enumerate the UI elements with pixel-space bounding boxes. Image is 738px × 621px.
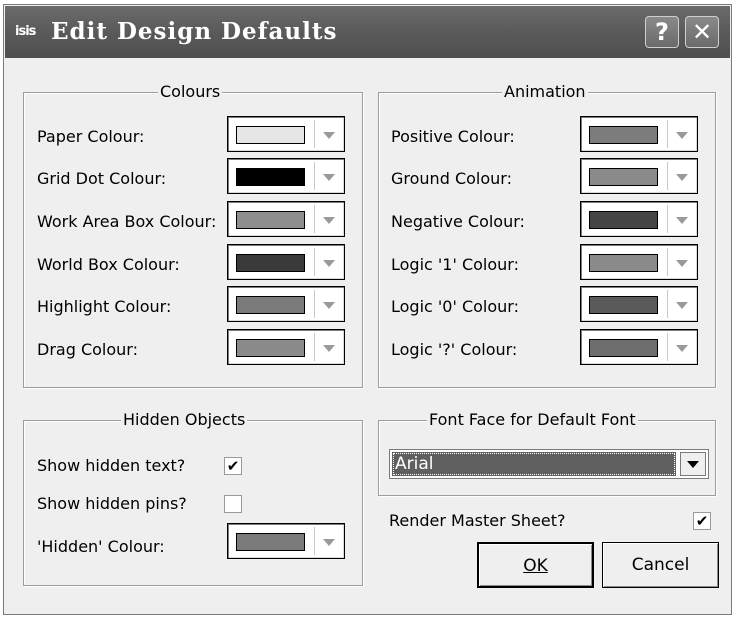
animation-colour-picker[interactable] [580,286,698,322]
animation-colour-picker[interactable] [580,158,698,194]
close-button[interactable]: ✕ [685,16,719,48]
dropdown-button[interactable] [314,162,343,190]
chevron-down-icon [323,217,335,224]
font-face-select[interactable]: Arial [389,449,709,479]
dropdown-button[interactable] [314,205,343,233]
colour-swatch [589,168,658,186]
colours-colour-picker[interactable] [227,329,345,365]
animation-item-label: Positive Colour: [391,127,515,146]
chevron-down-icon [323,345,335,352]
animation-item-label: Negative Colour: [391,212,525,231]
animation-colour-picker[interactable] [580,244,698,280]
show-hidden-text-label: Show hidden text? [37,456,186,475]
chevron-down-icon [676,260,688,267]
colours-colour-picker[interactable] [227,286,345,322]
colours-item-label: Drag Colour: [37,340,138,359]
checkmark-icon: ✔ [226,457,240,475]
show-hidden-pins-label: Show hidden pins? [37,494,187,513]
dropdown-button[interactable] [667,290,696,318]
colours-item-label: Highlight Colour: [37,297,172,316]
dropdown-button[interactable] [667,205,696,233]
hidden-colour-label: 'Hidden' Colour: [37,537,165,556]
animation-colour-picker[interactable] [580,116,698,152]
colours-colour-picker[interactable] [227,244,345,280]
animation-item-label: Ground Colour: [391,169,512,188]
dialog-title: Edit Design Defaults [51,18,338,45]
title-bar[interactable]: isis Edit Design Defaults ? ✕ [5,6,730,58]
render-master-sheet-label: Render Master Sheet? [389,511,566,530]
chevron-down-icon [676,174,688,181]
render-master-sheet-checkbox[interactable]: ✔ [693,512,711,530]
chevron-down-icon [676,302,688,309]
animation-legend: Animation [502,82,588,102]
colours-item-label: Grid Dot Colour: [37,169,167,188]
chevron-down-icon [323,260,335,267]
chevron-down-icon [687,461,699,468]
ok-button[interactable]: OK [477,542,594,588]
colours-legend: Colours [158,82,223,102]
dropdown-button[interactable] [314,527,343,555]
animation-item-label: Logic '0' Colour: [391,297,519,316]
dropdown-button[interactable] [314,333,343,361]
colours-colour-picker[interactable] [227,116,345,152]
dropdown-button[interactable] [314,120,343,148]
hidden-objects-legend: Hidden Objects [121,410,248,430]
chevron-down-icon [676,345,688,352]
colour-swatch [236,126,305,144]
colour-swatch [589,211,658,229]
animation-colour-picker[interactable] [580,201,698,237]
hidden-colour-picker[interactable] [227,523,345,559]
chevron-down-icon [676,132,688,139]
ok-button-label: OK [523,556,548,576]
colour-swatch [589,254,658,272]
dropdown-button[interactable] [314,290,343,318]
animation-colour-picker[interactable] [580,329,698,365]
colour-swatch [236,168,305,186]
show-hidden-pins-checkbox[interactable] [224,495,242,513]
animation-item-label: Logic '1' Colour: [391,255,519,274]
colour-swatch [236,211,305,229]
font-face-legend: Font Face for Default Font [427,410,638,430]
colour-swatch [589,126,658,144]
dropdown-button[interactable] [667,333,696,361]
colour-swatch [589,339,658,357]
chevron-down-icon [323,302,335,309]
dropdown-button[interactable] [314,248,343,276]
colour-swatch [236,296,305,314]
colours-item-label: Paper Colour: [37,127,145,146]
checkmark-icon: ✔ [695,512,709,530]
colours-colour-picker[interactable] [227,201,345,237]
chevron-down-icon [676,217,688,224]
isis-app-icon: isis [15,24,36,39]
font-face-value: Arial [392,452,676,476]
cancel-button-label: Cancel [631,555,690,575]
colours-item-label: Work Area Box Colour: [37,212,217,231]
colours-item-label: World Box Colour: [37,255,180,274]
colour-swatch [236,533,305,551]
chevron-down-icon [323,539,335,546]
dropdown-button[interactable] [667,120,696,148]
cancel-button[interactable]: Cancel [602,542,719,588]
colour-swatch [236,339,305,357]
colour-swatch [589,296,658,314]
colours-colour-picker[interactable] [227,158,345,194]
chevron-down-icon [323,174,335,181]
help-button[interactable]: ? [645,16,679,48]
animation-item-label: Logic '?' Colour: [391,340,518,359]
font-dropdown-button[interactable] [680,452,706,476]
colour-swatch [236,254,305,272]
dropdown-button[interactable] [667,162,696,190]
show-hidden-text-checkbox[interactable]: ✔ [224,457,242,475]
chevron-down-icon [323,132,335,139]
dropdown-button[interactable] [667,248,696,276]
